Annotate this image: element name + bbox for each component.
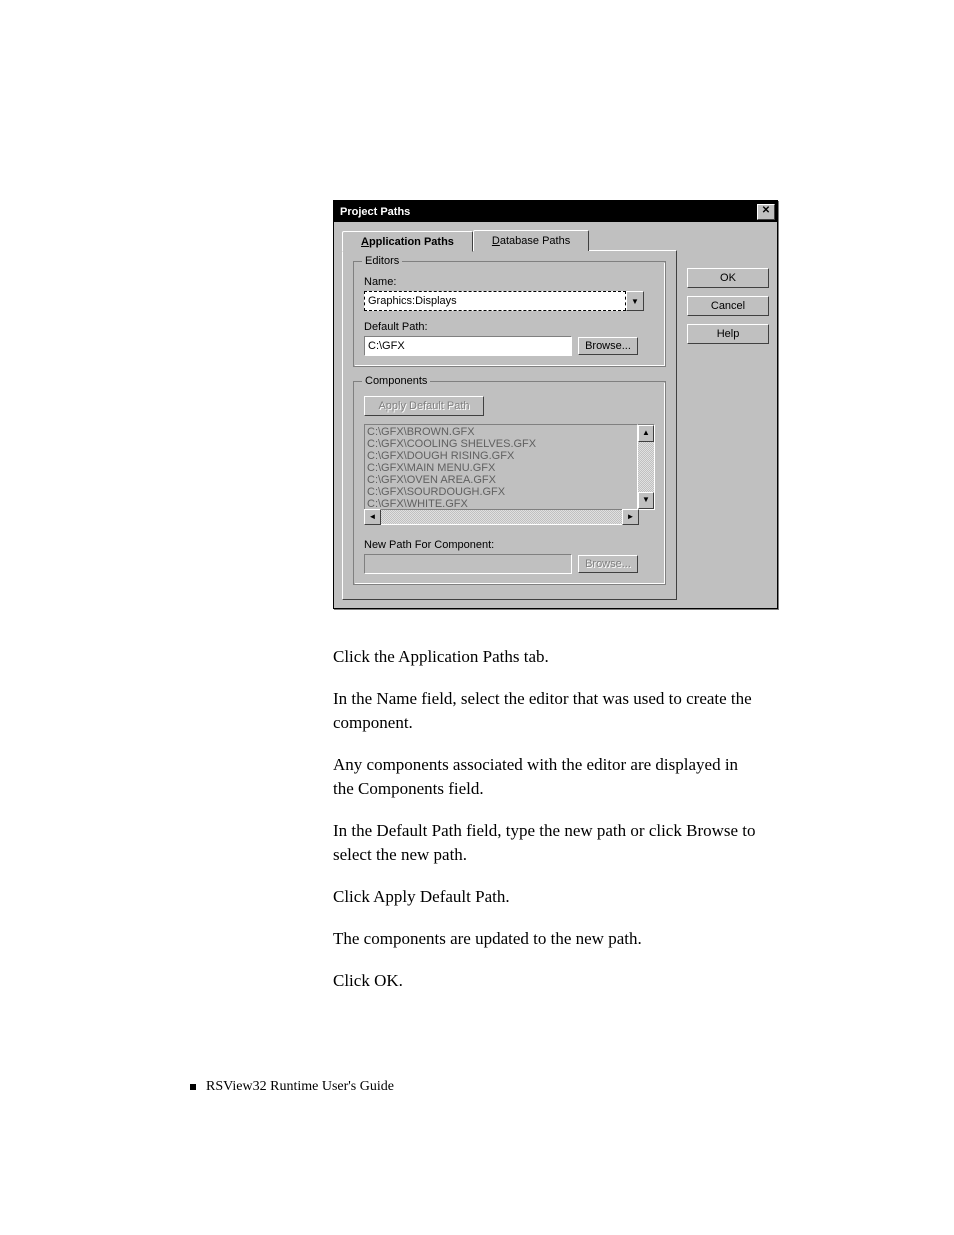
doc-paragraph: The components are updated to the new pa… [333, 927, 763, 951]
new-path-label: New Path For Component: [364, 539, 655, 551]
horizontal-scrollbar[interactable]: ◄ ► [364, 509, 639, 525]
help-button[interactable]: Help [687, 324, 769, 344]
scroll-up-icon[interactable]: ▲ [638, 425, 654, 442]
editors-group: Editors Name: ▼ Default Path: Browse... [353, 261, 666, 367]
components-group-title: Components [362, 375, 430, 387]
page-footer: RSView32 Runtime User's Guide [190, 1079, 394, 1095]
default-path-field[interactable] [364, 336, 572, 356]
apply-default-path-button[interactable]: Apply Default Path [364, 396, 484, 416]
close-icon[interactable]: ✕ [757, 204, 775, 220]
tab-database-paths[interactable]: Database Paths [473, 230, 589, 251]
browse-new-path-button[interactable]: Browse... [578, 555, 638, 573]
bullet-icon [190, 1084, 196, 1090]
components-group: Components Apply Default Path C:\GFX\BRO… [353, 381, 666, 585]
scroll-right-icon[interactable]: ► [622, 509, 639, 525]
tab-app-label: pplication Paths [369, 236, 454, 248]
doc-paragraph: Click Apply Default Path. [333, 885, 763, 909]
doc-paragraph: In the Default Path field, type the new … [333, 819, 763, 867]
doc-paragraph: In the Name field, select the editor tha… [333, 687, 763, 735]
doc-paragraph: Click OK. [333, 969, 763, 993]
list-item[interactable]: C:\GFX\DOUGH RISING.GFX [367, 450, 635, 462]
cancel-button[interactable]: Cancel [687, 296, 769, 316]
name-combobox[interactable]: ▼ [364, 291, 644, 311]
dialog-title: Project Paths [340, 206, 410, 218]
scroll-down-icon[interactable]: ▼ [638, 492, 654, 509]
components-listbox[interactable]: C:\GFX\BROWN.GFX C:\GFX\COOLING SHELVES.… [364, 424, 638, 510]
project-paths-dialog: Project Paths ✕ Application Paths Databa… [333, 200, 778, 609]
name-field[interactable] [364, 291, 626, 311]
list-item[interactable]: C:\GFX\OVEN AREA.GFX [367, 474, 635, 486]
list-item[interactable]: C:\GFX\COOLING SHELVES.GFX [367, 438, 635, 450]
editors-group-title: Editors [362, 255, 402, 267]
ok-button[interactable]: OK [687, 268, 769, 288]
vertical-scrollbar[interactable]: ▲ ▼ [638, 424, 655, 510]
tab-application-paths[interactable]: Application Paths [342, 231, 473, 252]
scroll-track[interactable] [638, 442, 654, 492]
footer-text: RSView32 Runtime User's Guide [206, 1079, 394, 1095]
tab-db-label: atabase Paths [500, 235, 570, 247]
scroll-track-h[interactable] [381, 509, 622, 525]
name-label: Name: [364, 276, 655, 288]
browse-default-path-button[interactable]: Browse... [578, 337, 638, 355]
chevron-down-icon[interactable]: ▼ [626, 291, 644, 311]
default-path-label: Default Path: [364, 321, 655, 333]
list-item[interactable]: C:\GFX\MAIN MENU.GFX [367, 462, 635, 474]
list-item[interactable]: C:\GFX\BROWN.GFX [367, 426, 635, 438]
new-path-field[interactable] [364, 554, 572, 574]
titlebar[interactable]: Project Paths ✕ [334, 201, 777, 222]
document-body: Click the Application Paths tab. In the … [333, 645, 763, 993]
scroll-left-icon[interactable]: ◄ [364, 509, 381, 525]
doc-paragraph: Click the Application Paths tab. [333, 645, 763, 669]
list-item[interactable]: C:\GFX\SOURDOUGH.GFX [367, 486, 635, 498]
doc-paragraph: Any components associated with the edito… [333, 753, 763, 801]
